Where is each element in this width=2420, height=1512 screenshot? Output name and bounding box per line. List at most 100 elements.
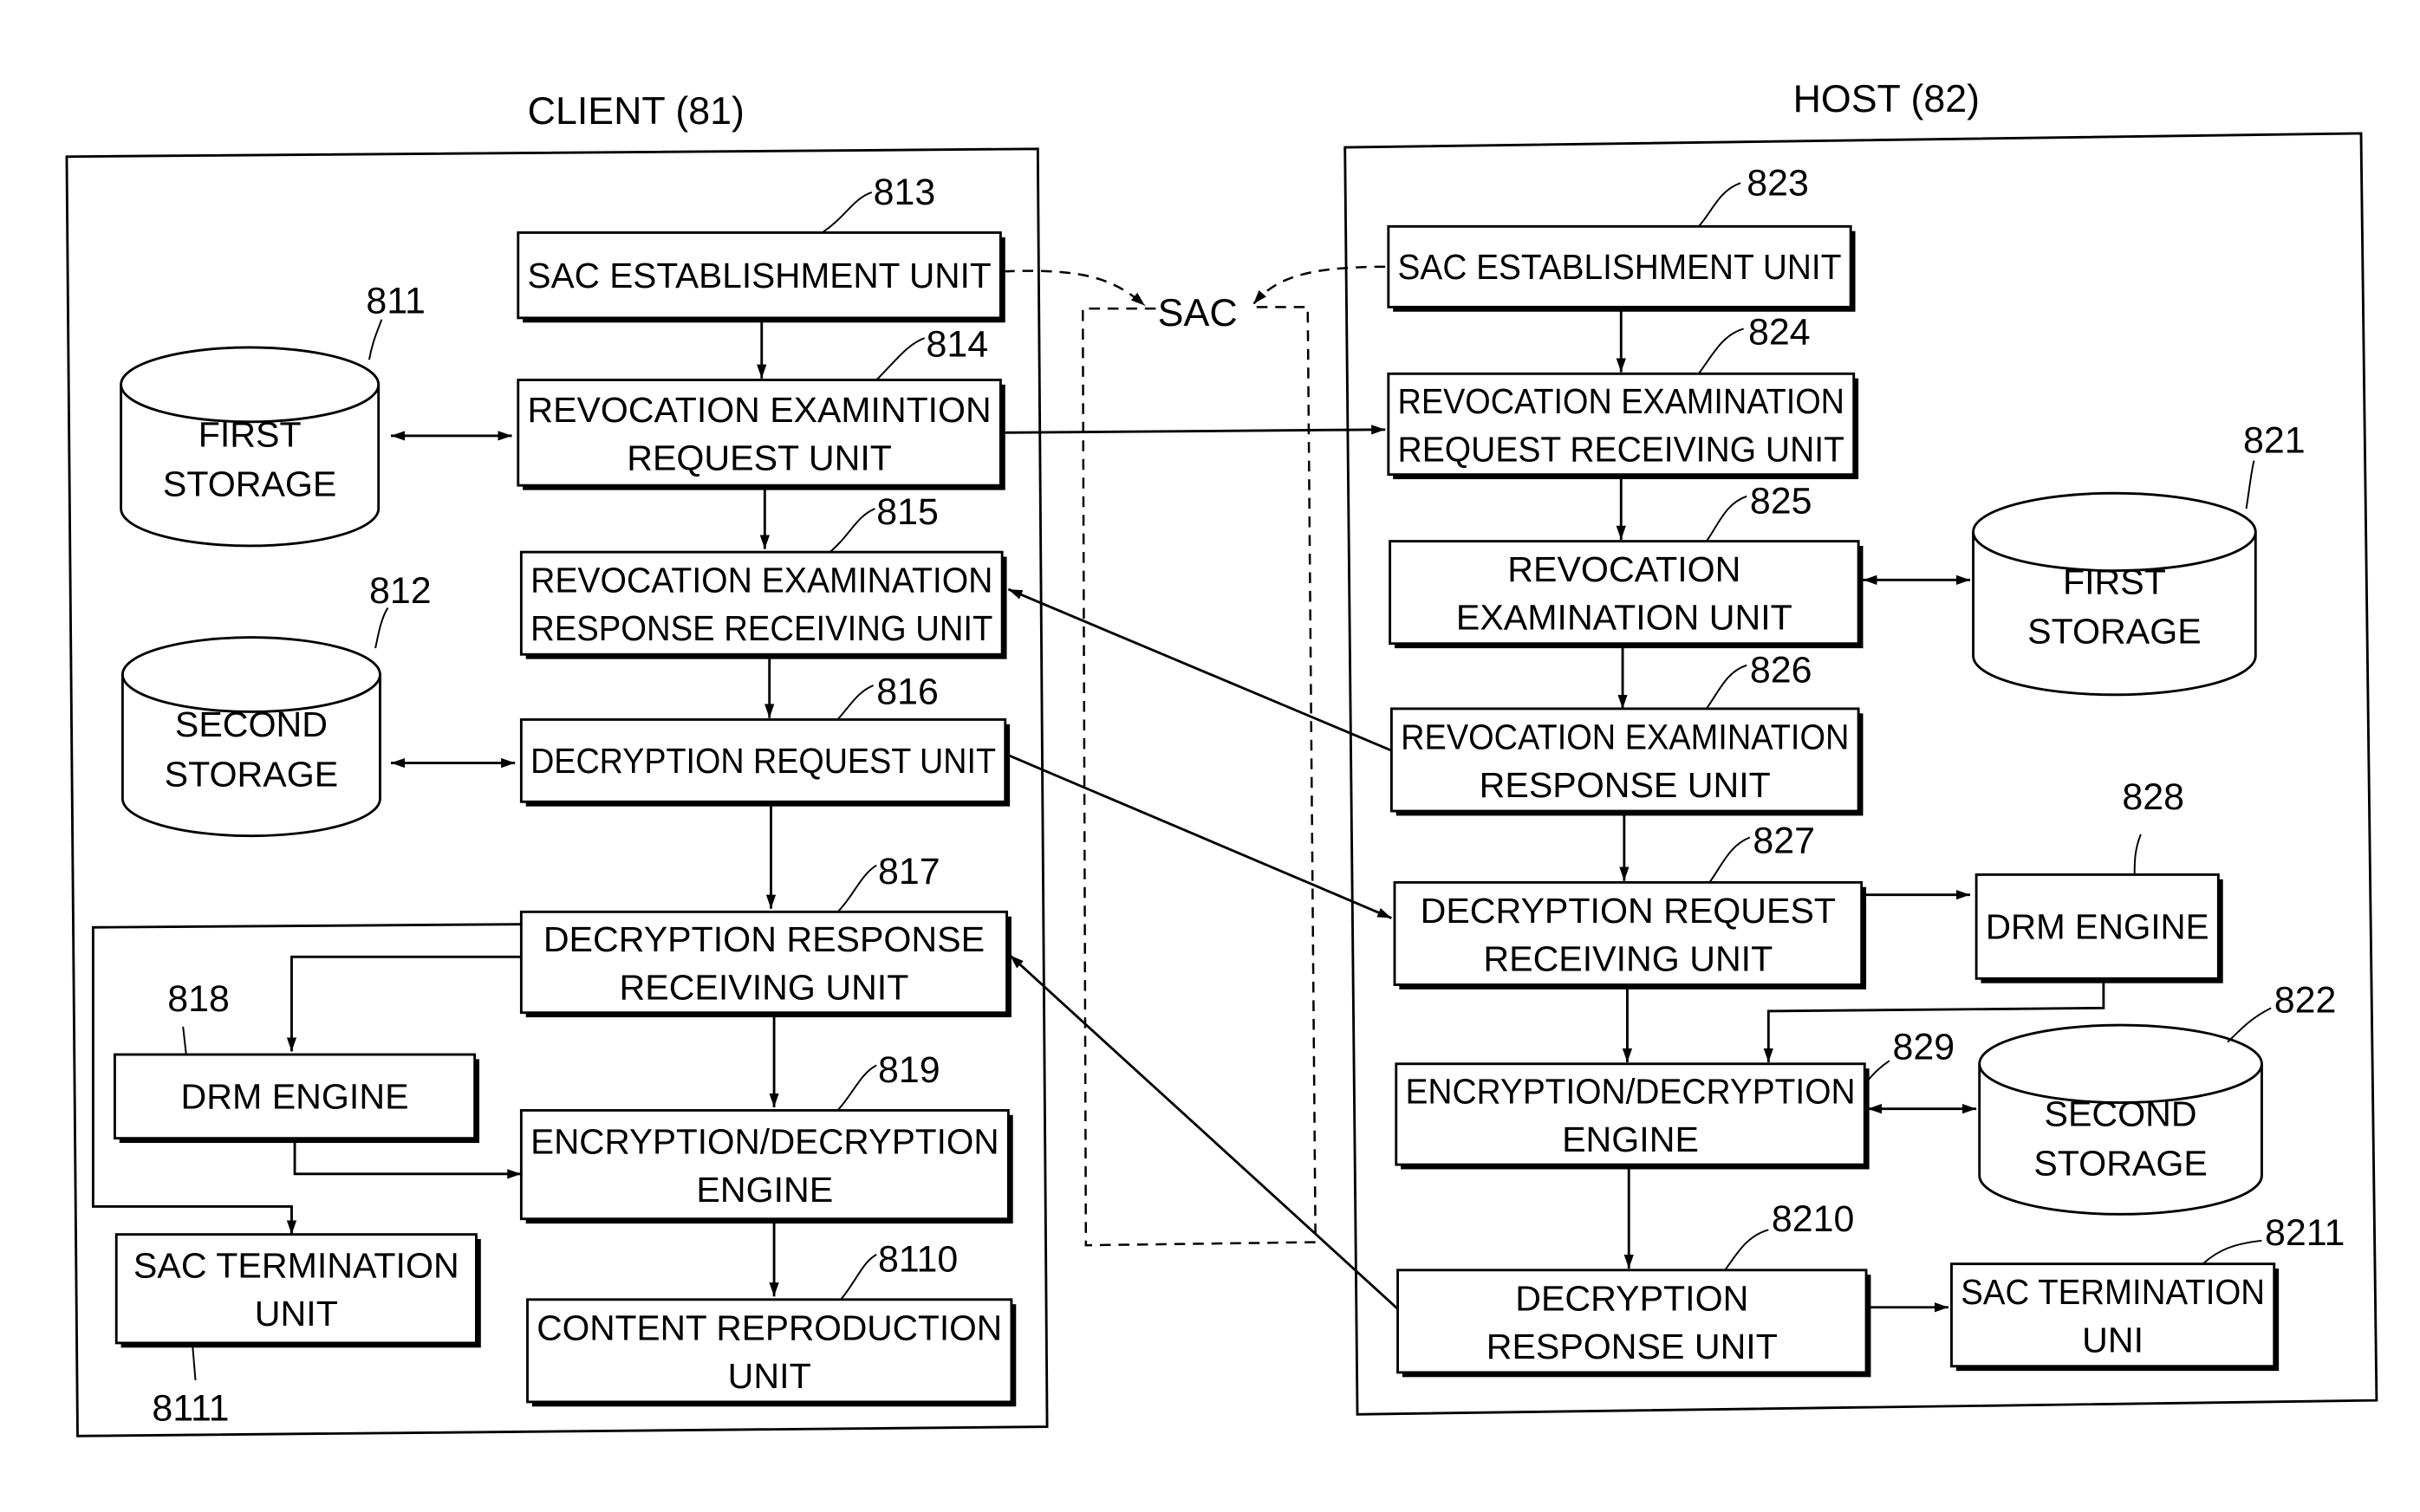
reference-leader-line <box>836 1064 877 1112</box>
reference-number: 821 <box>2243 420 2306 462</box>
reference-leader-line <box>822 191 873 234</box>
client-sac-termination-unit: SAC TERMINATION UNIT <box>114 1233 481 1348</box>
reference-leader-line <box>836 864 877 913</box>
box-label-line-1: ENCRYPTION/DECRYPTION <box>530 1122 999 1162</box>
host-revocation-response-unit: REVOCATION EXAMINATION RESPONSE UNIT <box>1389 707 1864 816</box>
box-label-line-1: DECRYPTION <box>1515 1278 1748 1318</box>
box-label-line-1: DECRYPTION REQUEST UNIT <box>530 741 996 781</box>
revocation-response-message <box>1007 587 1392 752</box>
box-label-line-2: RECEIVING UNIT <box>1483 938 1773 978</box>
client-first-storage: FIRST STORAGE <box>120 346 381 548</box>
reference-number: 814 <box>926 324 988 366</box>
sac-link-client <box>1003 269 1146 307</box>
reference-leader-line <box>191 1342 197 1380</box>
box-label-line-1: DRM ENGINE <box>181 1077 409 1117</box>
reference-number: 817 <box>878 851 940 892</box>
reference-number: 811 <box>366 281 425 322</box>
box-label-line-1: ENCRYPTION/DECRYPTION <box>1406 1071 1856 1111</box>
storage-label-line-2: STORAGE <box>2027 612 2202 652</box>
box-label-line-1: DECRYPTION RESPONSE <box>543 919 985 959</box>
client-drm-engine: DRM ENGINE <box>114 1053 480 1144</box>
host-revocation-examination-unit: REVOCATION EXAMINATION UNIT <box>1389 540 1864 649</box>
reference-leader-line <box>2227 1007 2272 1043</box>
client-decryption-request-unit: DECRYPTION REQUEST UNIT <box>519 718 1011 807</box>
reference-number: 823 <box>1747 163 1809 204</box>
box-label-line-2: RESPONSE RECEIVING UNIT <box>530 608 992 648</box>
reference-leader-line <box>1705 495 1747 542</box>
host-decryption-response-unit: DECRYPTION RESPONSE UNIT <box>1396 1269 1871 1378</box>
reference-leader-line <box>368 319 383 360</box>
reference-leader-line <box>374 607 389 649</box>
host-decryption-request-receiving-unit: DECRYPTION REQUEST RECEIVING UNIT <box>1393 880 1867 990</box>
reference-number: 812 <box>369 570 432 612</box>
storage-label-line-1: FIRST <box>198 414 302 454</box>
box-label-line-1: REVOCATION EXAMINATION <box>1398 381 1844 421</box>
storage-label-line-2: STORAGE <box>165 754 339 794</box>
box-label-line-1: DECRYPTION REQUEST <box>1421 891 1836 931</box>
reference-number: 8111 <box>152 1387 229 1429</box>
sac-label: SAC <box>1158 291 1238 334</box>
box-label-line-2: ENGINE <box>696 1170 833 1210</box>
box-label-line-2: UNIT <box>255 1294 338 1334</box>
reference-number: 8211 <box>2265 1212 2345 1254</box>
reference-leader-line <box>1708 836 1751 883</box>
host-sac-termination-unit: SAC TERMINATION UNI <box>1950 1262 2280 1372</box>
host-sac-establishment-unit: SAC ESTABLISHMENT UNIT <box>1387 224 1856 312</box>
client-encryption-decryption-engine: ENCRYPTION/DECRYPTION ENGINE <box>519 1109 1013 1224</box>
reference-leader-line <box>2133 834 2142 875</box>
host-first-storage: FIRST STORAGE <box>1972 491 2257 697</box>
box-label-line-1: CONTENT REPRODUCTION <box>537 1308 1002 1347</box>
host-revocation-request-receiving-unit: REVOCATION EXAMINATION REQUEST RECEIVING … <box>1387 372 1859 480</box>
host-title: HOST (82) <box>1793 77 1980 120</box>
client-sac-establishment-unit: SAC ESTABLISHMENT UNIT <box>517 231 1005 323</box>
reference-leader-line <box>1705 664 1747 710</box>
host-drm-engine: DRM ENGINE <box>1974 873 2223 983</box>
box-label-line-1: DRM ENGINE <box>1986 907 2209 947</box>
reference-leader-line <box>829 508 875 553</box>
decryption-request-message <box>1007 754 1392 919</box>
box-label-line-1: SAC ESTABLISHMENT UNIT <box>1398 247 1842 287</box>
reference-leader-line <box>2245 460 2255 509</box>
box-label-line-1: REVOCATION EXAMINTION <box>528 390 992 430</box>
host-second-storage: SECOND STORAGE <box>1978 1023 2263 1216</box>
reference-leader-line <box>2202 1239 2262 1265</box>
box-label-line-2: REQUEST UNIT <box>627 438 892 477</box>
reference-number: 8110 <box>878 1239 958 1281</box>
reference-number: 818 <box>167 978 230 1020</box>
revocation-request-message <box>1005 425 1386 435</box>
box-label-line-1: REVOCATION <box>1507 549 1740 589</box>
client-title: CLIENT (81) <box>528 89 745 133</box>
box-label-line-2: UNI <box>2082 1321 2144 1360</box>
storage-label-line-2: STORAGE <box>163 464 337 504</box>
decryption-response-message <box>1009 954 1399 1310</box>
reference-number: 824 <box>1748 311 1811 353</box>
sac-link-host <box>1252 265 1386 305</box>
reference-number: 815 <box>876 491 939 533</box>
box-label-line-2: UNIT <box>728 1356 811 1396</box>
client-second-storage: SECOND STORAGE <box>120 636 381 838</box>
reference-leader-line <box>1698 182 1741 227</box>
storage-label-line-1: SECOND <box>2045 1093 2197 1133</box>
box-label-line-1: SAC TERMINATION <box>1961 1272 2265 1312</box>
box-label-line-2: REQUEST RECEIVING UNIT <box>1398 429 1844 469</box>
reference-number: 827 <box>1753 820 1815 861</box>
box-label-line-2: EXAMINATION UNIT <box>1456 598 1792 638</box>
box-label-line-2: RESPONSE UNIT <box>1486 1327 1778 1366</box>
reference-number: 816 <box>876 672 939 713</box>
box-label-line-2: ENGINE <box>1562 1119 1699 1159</box>
reference-number: 819 <box>878 1049 940 1091</box>
cross-arrows <box>1005 425 1399 1310</box>
reference-leader-line <box>875 337 926 381</box>
reference-number: 826 <box>1750 649 1812 691</box>
reference-leader-line <box>182 1026 187 1055</box>
client-revocation-response-receiving-unit: REVOCATION EXAMINATION RESPONSE RECEIVING… <box>519 550 1007 659</box>
storage-label-line-2: STORAGE <box>2033 1144 2208 1184</box>
reference-leader-line <box>1724 1229 1769 1271</box>
client-content-reproduction-unit: CONTENT REPRODUCTION UNIT <box>526 1298 1017 1407</box>
reference-leader-line <box>1697 328 1744 374</box>
reference-number: 8210 <box>1772 1198 1855 1240</box>
host-encryption-decryption-engine: ENCRYPTION/DECRYPTION ENGINE <box>1395 1062 1870 1170</box>
box-label-line-1: SAC TERMINATION <box>133 1246 459 1286</box>
reference-number: 825 <box>1750 480 1812 522</box>
reference-number: 813 <box>874 172 936 213</box>
